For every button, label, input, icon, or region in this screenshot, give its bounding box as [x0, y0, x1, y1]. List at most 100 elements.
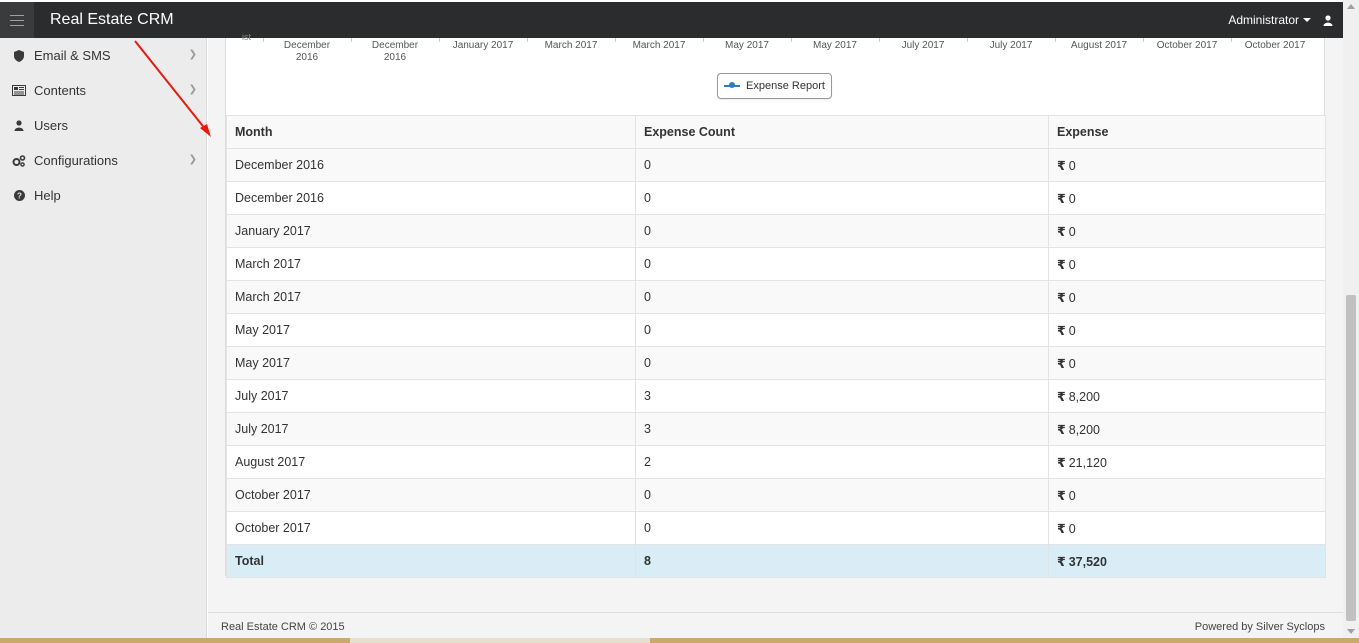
- chart-legend-toggle[interactable]: Expense Report: [717, 73, 832, 99]
- question-circle-icon: ?: [12, 190, 26, 201]
- cell-month: March 2017: [226, 280, 636, 314]
- user-menu-label: Administrator: [1228, 13, 1299, 27]
- rupee-icon: ₹: [1057, 323, 1066, 338]
- cell-month: December 2016: [226, 148, 636, 182]
- sidebar: Email & SMS ❯ Contents ❯ Users Configura…: [0, 38, 207, 638]
- page-footer: Real Estate CRM © 2015 Powered by Silver…: [208, 612, 1343, 638]
- cell-month: July 2017: [226, 412, 636, 446]
- cell-expense-value: 8,200: [1068, 422, 1100, 437]
- table-row: July 2017 3 ₹8,200: [226, 412, 1326, 446]
- cell-expense-value: 0: [1068, 356, 1076, 371]
- cell-expense: ₹8,200: [1048, 412, 1326, 446]
- app-brand[interactable]: Real Estate CRM: [50, 11, 174, 29]
- cell-expense: ₹8,200: [1048, 379, 1326, 413]
- cell-expense-value: 0: [1068, 323, 1076, 338]
- table-body: December 2016 0 ₹0 December 2016 0 ₹0 January …: [226, 148, 1326, 578]
- cell-month: May 2017: [226, 346, 636, 380]
- expense-report-table: Month Expense Count Expense December 201…: [226, 115, 1326, 578]
- cell-expense-count: 0: [635, 313, 1049, 347]
- window-bottom-strip: [0, 638, 1359, 643]
- column-header-month[interactable]: Month: [226, 115, 636, 149]
- sidebar-item-help[interactable]: ? Help: [0, 178, 207, 213]
- vertical-scrollbar[interactable]: [1343, 0, 1359, 638]
- cell-expense-count: 0: [635, 280, 1049, 314]
- cell-expense-value: 0: [1068, 191, 1076, 206]
- hamburger-menu-button[interactable]: [0, 2, 34, 38]
- chevron-right-icon: ❯: [188, 84, 197, 95]
- cell-expense: ₹21,120: [1048, 445, 1326, 479]
- x-axis-tick-label: December 2016: [371, 40, 419, 63]
- x-axis-tick-label: March 2017: [544, 40, 598, 51]
- chart-x-axis: ist December 2016 December 2016 January 20…: [226, 32, 1326, 68]
- cell-month: October 2017: [226, 511, 636, 545]
- sidebar-item-label: Contents: [34, 83, 87, 98]
- footer-copyright: Real Estate CRM © 2015: [221, 621, 345, 633]
- cell-expense-count: 3: [635, 379, 1049, 413]
- table-row: October 2017 0 ₹0: [226, 511, 1326, 545]
- svg-text:?: ?: [17, 192, 22, 201]
- chart-y-axis-label: ist: [242, 32, 251, 42]
- x-axis-tick-label: July 2017: [901, 40, 945, 51]
- x-axis-tick-label: October 2017: [1244, 40, 1306, 51]
- table-row: December 2016 0 ₹0: [226, 181, 1326, 215]
- x-axis-tick-label: August 2017: [1070, 40, 1128, 51]
- x-axis-tick-label: July 2017: [989, 40, 1033, 51]
- chevron-right-icon: ❯: [188, 154, 197, 165]
- rupee-icon: ₹: [1057, 422, 1066, 437]
- cell-expense: ₹0: [1048, 280, 1326, 314]
- top-navbar: Real Estate CRM Administrator: [0, 2, 1343, 38]
- sidebar-item-label: Help: [34, 188, 61, 203]
- newspaper-icon: [12, 85, 26, 96]
- hamburger-icon: [10, 13, 24, 28]
- cell-month: March 2017: [226, 247, 636, 281]
- rupee-icon: ₹: [1057, 191, 1066, 206]
- cell-month: January 2017: [226, 214, 636, 248]
- table-row: March 2017 0 ₹0: [226, 280, 1326, 314]
- scroll-down-arrow-icon[interactable]: [1347, 629, 1355, 634]
- cell-expense-value: 8,200: [1068, 389, 1100, 404]
- sidebar-item-users[interactable]: Users: [0, 108, 207, 143]
- footer-powered-by: Powered by Silver Syclops: [1194, 621, 1325, 633]
- sidebar-item-email-sms[interactable]: Email & SMS ❯: [0, 38, 207, 73]
- table-row: March 2017 0 ₹0: [226, 247, 1326, 281]
- cell-total-expense: ₹37,520: [1048, 544, 1326, 578]
- cell-expense-value: 0: [1068, 224, 1076, 239]
- column-header-expense-count[interactable]: Expense Count: [635, 115, 1049, 149]
- legend-line-marker-icon: [724, 82, 741, 88]
- main-content: ist December 2016 December 2016 January 20…: [208, 32, 1343, 638]
- cell-month: August 2017: [226, 445, 636, 479]
- column-header-expense[interactable]: Expense: [1048, 115, 1326, 149]
- cogs-icon: [12, 154, 26, 167]
- cell-expense-count: 0: [635, 247, 1049, 281]
- scroll-up-arrow-icon[interactable]: [1347, 4, 1355, 9]
- cell-expense-value: 21,120: [1068, 455, 1107, 470]
- x-axis-tick-mark: [263, 38, 264, 42]
- cell-expense: ₹0: [1048, 478, 1326, 512]
- x-axis-tick-label: May 2017: [725, 40, 769, 51]
- sidebar-item-configurations[interactable]: Configurations ❯: [0, 143, 207, 178]
- x-axis-tick-label: March 2017: [632, 40, 686, 51]
- user-icon: [1323, 14, 1333, 26]
- shield-icon: [12, 49, 26, 62]
- table-row: October 2017 0 ₹0: [226, 478, 1326, 512]
- cell-month: May 2017: [226, 313, 636, 347]
- user-menu[interactable]: Administrator: [1228, 13, 1333, 27]
- sidebar-item-contents[interactable]: Contents ❯: [0, 73, 207, 108]
- sidebar-item-label: Users: [34, 118, 68, 133]
- rupee-icon: ₹: [1057, 257, 1066, 272]
- table-row: May 2017 0 ₹0: [226, 313, 1326, 347]
- caret-down-icon: [1303, 18, 1311, 22]
- cell-expense-value: 0: [1068, 257, 1076, 272]
- rupee-icon: ₹: [1057, 521, 1066, 536]
- table-total-row: Total 8 ₹37,520: [226, 544, 1326, 578]
- cell-month: December 2016: [226, 181, 636, 215]
- cell-total-expense-value: 37,520: [1068, 554, 1107, 569]
- rupee-icon: ₹: [1057, 356, 1066, 371]
- scrollbar-thumb[interactable]: [1346, 295, 1356, 621]
- table-header-row: Month Expense Count Expense: [226, 115, 1326, 149]
- cell-expense: ₹0: [1048, 511, 1326, 545]
- cell-expense: ₹0: [1048, 247, 1326, 281]
- cell-expense-count: 0: [635, 478, 1049, 512]
- table-row: January 2017 0 ₹0: [226, 214, 1326, 248]
- cell-expense: ₹0: [1048, 313, 1326, 347]
